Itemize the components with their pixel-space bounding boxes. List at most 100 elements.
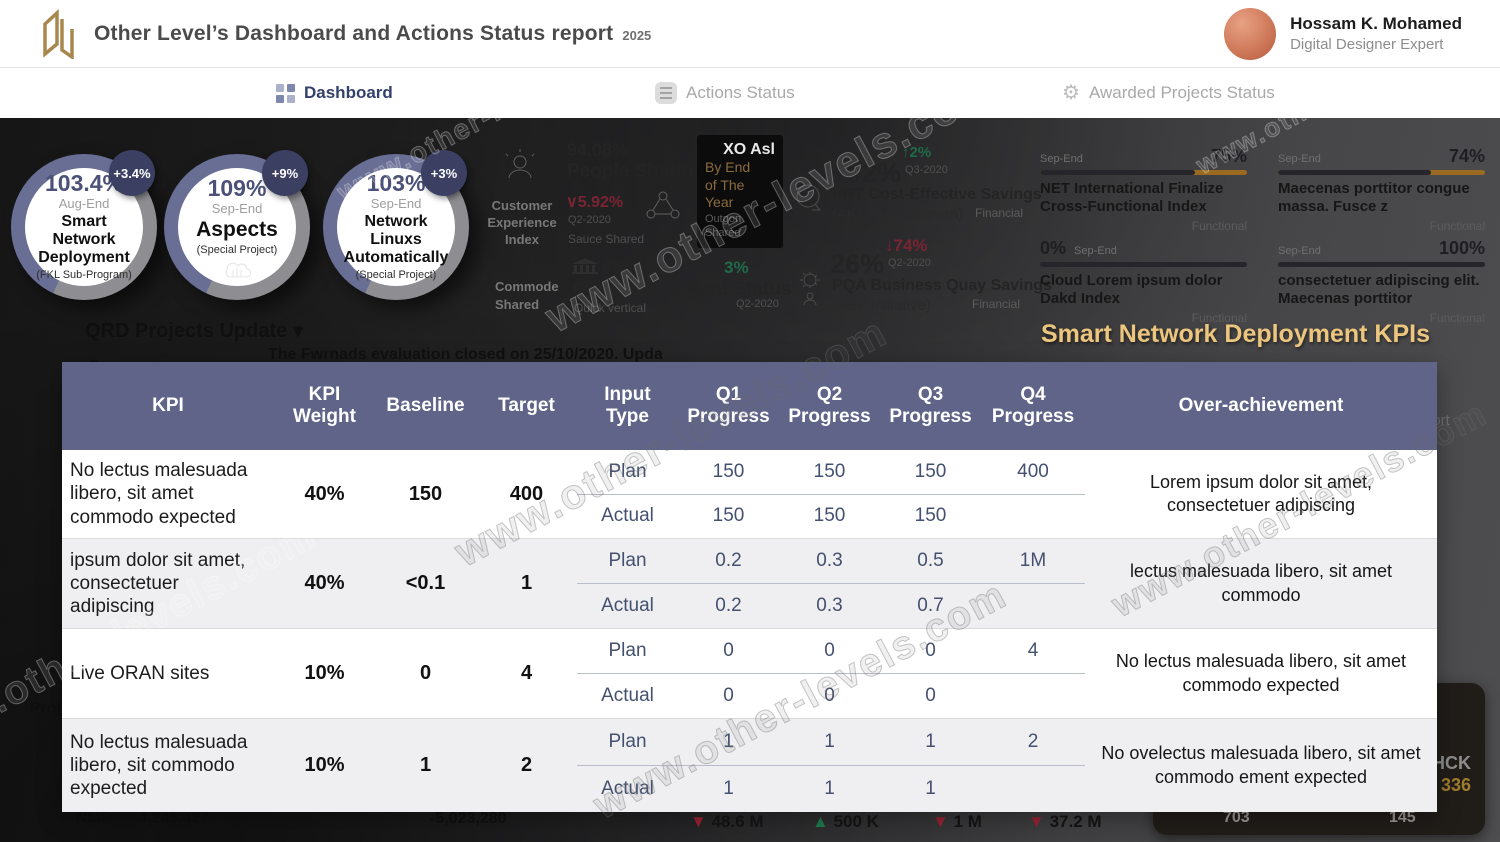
actual-value: 150	[678, 495, 779, 539]
kpi-table-header: KPIKPI WeightBaselineTargetInput TypeQ1 …	[62, 362, 1437, 450]
plan-label: Plan	[577, 719, 678, 766]
target-value: 4	[476, 629, 577, 718]
chevron-down-icon[interactable]: ▾	[293, 320, 303, 342]
commode-label: CommodeShared	[495, 278, 559, 314]
dashboard-body: 103.4% Aug-End Smart Network Deployment …	[0, 118, 1500, 842]
xo-card-line: By End	[705, 159, 775, 177]
plan-value: 0	[678, 629, 779, 674]
chevron-down-icon: ∨	[566, 194, 578, 211]
actual-value: 0.3	[779, 584, 880, 628]
q3-progress-cell: 150150	[880, 450, 981, 538]
plan-value: 1M	[981, 539, 1085, 584]
ticker-value: 1 M	[954, 812, 982, 831]
kpi-name: ipsum dolor sit amet, consectetuer adipi…	[62, 539, 274, 628]
column-header: Baseline	[375, 362, 476, 450]
actual-value: 1	[779, 766, 880, 812]
report-year: 2025	[622, 28, 651, 43]
actual-label: Actual	[577, 674, 678, 718]
gauge-delta-badge: +3.4%	[109, 150, 155, 196]
dashboard-page: Other Level’s Dashboard and Actions Stat…	[0, 0, 1500, 842]
user-role: Digital Designer Expert	[1290, 36, 1462, 53]
actual-value: 1	[678, 766, 779, 812]
baseline-value: 150	[375, 450, 476, 538]
app-title-wrap: Other Level’s Dashboard and Actions Stat…	[94, 22, 651, 46]
ticker-value: 48.6 M	[712, 812, 764, 831]
q1-progress-cell: 150150	[678, 450, 779, 538]
xo-card-code: XO Asl	[705, 141, 775, 159]
q4-progress-cell: 4	[981, 629, 1085, 718]
tab-label: Dashboard	[304, 83, 393, 103]
progress-card-head: Sep-End75%	[1040, 146, 1247, 167]
kpi-name: Live ORAN sites	[62, 629, 274, 718]
people-sharing-period: Q2-2020	[568, 214, 611, 226]
user-name: Hossam K. Mohamed	[1290, 14, 1462, 34]
gauge-subtitle: (Special Project)	[197, 244, 278, 256]
people-sharing-value: 94.08%	[567, 140, 628, 161]
chat-badge-icon	[793, 183, 825, 215]
column-header: Q1 Progress	[678, 362, 779, 450]
gauge-period: Aug-End	[59, 196, 110, 211]
over-achievement: No ovelectus malesuada libero, sit amet …	[1085, 719, 1437, 812]
tab-dashboard[interactable]: Dashboard	[276, 68, 393, 118]
customer-experience-label: Customer Experience Index	[474, 197, 570, 248]
governance-note: Quick vertical	[574, 301, 646, 315]
input-type-cell: PlanActual	[577, 450, 678, 538]
fin-stat-period: Q2-2020	[888, 257, 931, 269]
ticker-item: ▼ 48.6 M	[690, 812, 764, 832]
governance-delta: 3%	[724, 258, 749, 278]
plan-value: 4	[981, 629, 1085, 674]
q4-progress-cell: 400	[981, 450, 1085, 538]
actual-value: 0	[678, 674, 779, 718]
people-sharing-note: Sauce Shared	[568, 232, 644, 246]
kpi-name: No lectus malesuada libero, sit commodo …	[62, 719, 274, 812]
xo-card-line: of The	[705, 177, 775, 195]
table-row: Live ORAN sites10%04PlanActual0000004No …	[62, 628, 1437, 718]
tab-awarded-projects-status[interactable]: ⚙ Awarded Projects Status	[1062, 68, 1275, 118]
progress-period: Sep-End	[1278, 245, 1321, 257]
progress-tag: Functional	[1040, 219, 1247, 233]
progress-title: consectetuer adipiscing elit. Maecenas p…	[1278, 272, 1485, 307]
q3-progress-cell: 11	[880, 719, 981, 812]
q1-progress-cell: 0.20.2	[678, 539, 779, 628]
background-negative-value: -4,249,427	[133, 810, 210, 828]
qrd-projects-dropdown[interactable]: QRD Projects Update ▾	[85, 318, 303, 343]
plan-value: 150	[678, 450, 779, 495]
progress-title: Cloud Lorem ipsum dolor Dakd Index	[1040, 272, 1247, 307]
gauge-network-linuxs: 103% Sep-End Network Linuxs Automaticall…	[323, 154, 469, 300]
gauge-aspects: 109% Sep-End Aspects (Special Project) +…	[164, 154, 310, 300]
gauge-title: Network Linuxs Automatically	[343, 213, 449, 267]
progress-bar-fill	[1278, 262, 1485, 267]
progress-title: NET International Finalize Cross-Functio…	[1040, 180, 1247, 215]
background-fragment: NMP	[76, 810, 112, 828]
table-row: No lectus malesuada libero, sit commodo …	[62, 718, 1437, 812]
tab-actions-status[interactable]: Actions Status	[655, 68, 795, 118]
progress-bar-fill	[1040, 170, 1195, 175]
over-achievement: Lorem ipsum dolor sit amet, consectetuer…	[1085, 450, 1437, 538]
customer-icon	[500, 146, 540, 182]
q1-progress-cell: 00	[678, 629, 779, 718]
plan-value: 400	[981, 450, 1085, 495]
people-sharing-delta: ∨5.92%	[566, 192, 623, 212]
kpi-table: KPIKPI WeightBaselineTargetInput TypeQ1 …	[62, 362, 1437, 812]
hck-code: HCK	[1432, 753, 1471, 774]
cloud-icon	[219, 258, 255, 278]
actual-value: 150	[880, 495, 981, 539]
gauge-title: Smart Network Deployment	[31, 213, 137, 267]
plan-label: Plan	[577, 450, 678, 495]
ticker-item: ▼ 1 M	[932, 812, 982, 832]
baseline-value: 1	[375, 719, 476, 812]
progress-value: 100%	[1439, 238, 1485, 259]
arrow-up-icon: ▲	[812, 812, 834, 831]
table-row: ipsum dolor sit amet, consectetuer adipi…	[62, 538, 1437, 628]
column-header: Q2 Progress	[779, 362, 880, 450]
gauge-period: Sep-End	[371, 196, 422, 211]
column-header: KPI Weight	[274, 362, 375, 450]
governance-period: Q2-2020	[736, 298, 779, 310]
plan-value: 150	[880, 450, 981, 495]
arrow-up-icon: ↑	[902, 144, 910, 161]
actual-label: Actual	[577, 766, 678, 812]
column-header: KPI	[62, 362, 274, 450]
fin-stat-tag: Financial	[972, 297, 1020, 311]
actual-label: Actual	[577, 495, 678, 539]
arrow-down-icon: ↓	[885, 236, 894, 255]
